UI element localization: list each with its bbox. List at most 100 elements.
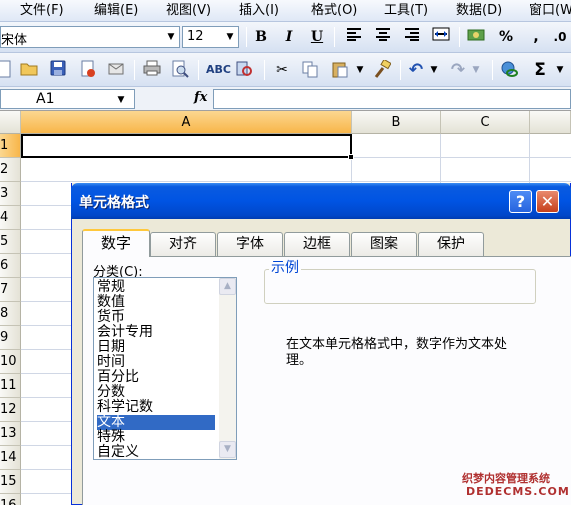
category-item[interactable]: 百分比	[97, 370, 215, 385]
fill-handle[interactable]	[348, 154, 354, 160]
hyperlink-icon[interactable]	[500, 60, 520, 80]
category-item[interactable]: 分数	[97, 385, 215, 400]
sample-group	[264, 269, 536, 304]
row-header[interactable]: 6	[0, 254, 21, 278]
chevron-down-icon[interactable]: ▼	[114, 91, 128, 109]
scroll-down-icon[interactable]: ▼	[219, 441, 236, 458]
dialog-title-bar[interactable]: 单元格格式 ? ✕	[71, 183, 571, 219]
row-header[interactable]: 1	[0, 134, 21, 158]
menu-data[interactable]: 数据(D)	[456, 2, 502, 20]
chevron-down-icon[interactable]: ▼	[164, 28, 178, 46]
scroll-up-icon[interactable]: ▲	[219, 278, 236, 295]
category-item[interactable]: 文本	[97, 415, 215, 430]
column-header-a[interactable]: A	[21, 111, 352, 134]
open-icon[interactable]	[19, 60, 39, 80]
row-header[interactable]: 14	[0, 446, 21, 470]
formula-input[interactable]	[213, 89, 571, 109]
menu-window[interactable]: 窗口(W)	[529, 2, 571, 20]
row-header[interactable]: 11	[0, 374, 21, 398]
tab-border[interactable]: 边框	[284, 232, 350, 256]
comma-button[interactable]: ,	[525, 27, 547, 48]
row-header[interactable]: 10	[0, 350, 21, 374]
copy-icon[interactable]	[300, 60, 320, 80]
percent-button[interactable]: %	[495, 27, 517, 48]
row-header[interactable]: 9	[0, 326, 21, 350]
row-header[interactable]: 13	[0, 422, 21, 446]
currency-icon[interactable]	[465, 27, 487, 48]
row-header[interactable]: 16	[0, 494, 21, 505]
menu-view[interactable]: 视图(V)	[166, 2, 211, 20]
bold-button[interactable]: B	[250, 27, 272, 48]
menu-format[interactable]: 格式(O)	[311, 2, 357, 20]
tab-patterns[interactable]: 图案	[351, 232, 417, 256]
row-header[interactable]: 4	[0, 206, 21, 230]
row-header[interactable]: 7	[0, 278, 21, 302]
row-header[interactable]: 3	[0, 182, 21, 206]
menu-file[interactable]: 文件(F)	[20, 2, 64, 20]
category-item[interactable]: 常规	[97, 280, 215, 295]
row-header[interactable]: 5	[0, 230, 21, 254]
category-item[interactable]: 自定义	[97, 445, 215, 460]
row-header[interactable]: 8	[0, 302, 21, 326]
paste-icon[interactable]	[330, 60, 350, 80]
italic-button[interactable]: I	[278, 27, 300, 48]
row-header[interactable]: 12	[0, 398, 21, 422]
tab-protection[interactable]: 保护	[418, 232, 484, 256]
category-item[interactable]: 科学记数	[97, 400, 215, 415]
column-header-b[interactable]: B	[352, 111, 441, 134]
row-header[interactable]: 2	[0, 158, 21, 182]
research-icon[interactable]	[234, 60, 254, 80]
category-scrollbar[interactable]: ▲ ▼	[219, 278, 236, 459]
select-all-corner[interactable]	[0, 111, 21, 134]
category-item[interactable]: 数值	[97, 295, 215, 310]
align-right-icon[interactable]	[401, 27, 423, 48]
font-size-combo[interactable]: 12 ▼	[182, 26, 239, 48]
cut-icon[interactable]: ✂	[272, 60, 292, 80]
category-item[interactable]: 日期	[97, 340, 215, 355]
chevron-down-icon[interactable]: ▼	[424, 60, 444, 80]
save-icon[interactable]	[48, 60, 68, 80]
formula-bar: A1 ▼ fx	[0, 87, 571, 111]
toolbar-separator	[400, 60, 401, 80]
row-header[interactable]: 15	[0, 470, 21, 494]
format-painter-icon[interactable]	[372, 58, 392, 80]
menu-edit[interactable]: 编辑(E)	[94, 2, 138, 20]
redo-icon[interactable]: ↷	[448, 60, 468, 80]
email-icon[interactable]	[106, 60, 126, 80]
font-name-combo[interactable]: 宋体 ▼	[0, 26, 180, 48]
menu-tools[interactable]: 工具(T)	[384, 2, 428, 20]
category-list[interactable]: 常规 数值 货币 会计专用 日期 时间 百分比 分数 科学记数 文本 特殊 自定义 ▲ ▼	[93, 277, 237, 460]
print-icon[interactable]	[142, 60, 162, 80]
formatting-toolbar: 宋体 ▼ 12 ▼ B I U % , .0	[0, 22, 571, 53]
align-center-icon[interactable]	[372, 27, 394, 48]
undo-icon[interactable]: ↶	[406, 60, 426, 80]
merge-center-icon[interactable]	[430, 27, 452, 48]
close-button[interactable]: ✕	[536, 190, 559, 213]
increase-decimal-icon[interactable]: .0	[549, 27, 571, 48]
chevron-down-icon[interactable]: ▼	[466, 60, 486, 80]
tab-number[interactable]: 数字	[82, 229, 150, 257]
tab-alignment[interactable]: 对齐	[150, 232, 216, 256]
print-preview-icon[interactable]	[170, 60, 190, 80]
chevron-down-icon[interactable]: ▼	[223, 28, 237, 46]
align-left-icon[interactable]	[343, 27, 365, 48]
spelling-icon[interactable]: ABC	[206, 60, 231, 80]
tab-font[interactable]: 字体	[217, 232, 283, 256]
chevron-down-icon[interactable]: ▼	[350, 60, 370, 80]
underline-button[interactable]: U	[306, 27, 328, 48]
permission-icon[interactable]	[78, 60, 98, 80]
chevron-down-icon[interactable]: ▼	[550, 60, 570, 80]
autosum-icon[interactable]: Σ	[530, 60, 550, 80]
name-box[interactable]: A1 ▼	[0, 89, 135, 109]
help-button[interactable]: ?	[509, 190, 532, 213]
new-icon[interactable]	[0, 60, 14, 80]
category-item[interactable]: 时间	[97, 355, 215, 370]
column-header-d[interactable]	[530, 111, 571, 134]
category-item[interactable]: 货币	[97, 310, 215, 325]
active-cell-a1[interactable]	[21, 134, 352, 158]
menu-insert[interactable]: 插入(I)	[239, 2, 279, 20]
insert-function-button[interactable]: fx	[194, 90, 207, 105]
category-item[interactable]: 会计专用	[97, 325, 215, 340]
category-item[interactable]: 特殊	[97, 430, 215, 445]
column-header-c[interactable]: C	[441, 111, 530, 134]
